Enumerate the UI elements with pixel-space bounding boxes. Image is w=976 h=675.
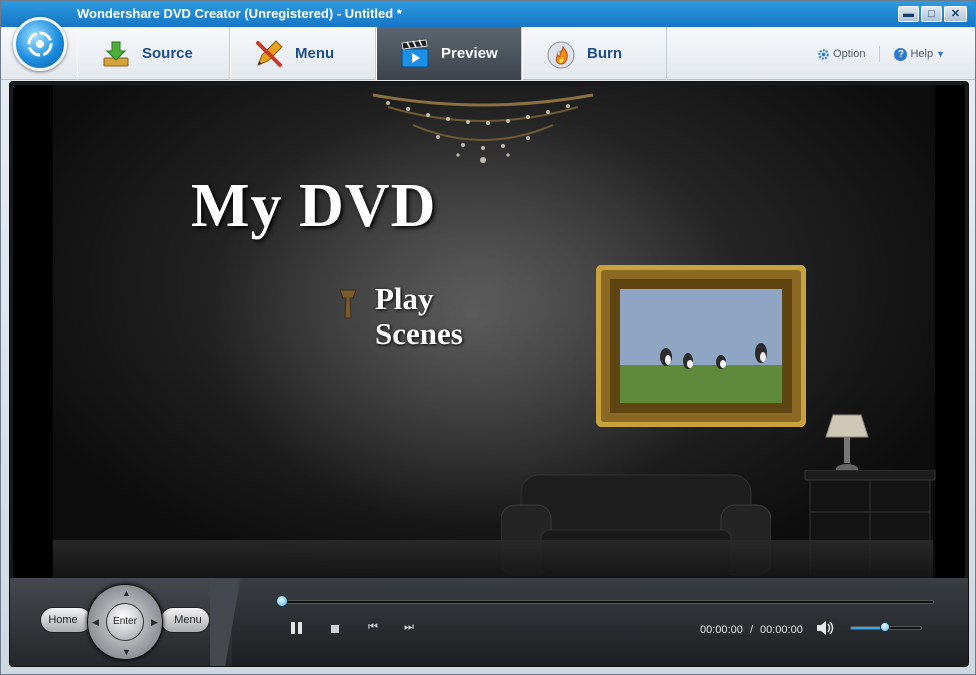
- disc-flame-icon: [547, 41, 575, 68]
- app-window: Wondershare DVD Creator (Unregistered) -…: [0, 0, 976, 675]
- framed-picture-image: [596, 265, 806, 427]
- arrow-up-icon[interactable]: ▲: [122, 588, 131, 598]
- option-link[interactable]: Option: [817, 48, 865, 61]
- dvd-menu-stage[interactable]: My DVD Play Scenes: [13, 85, 965, 578]
- menu-button[interactable]: Menu: [160, 607, 210, 633]
- clapperboard-icon: [401, 39, 429, 67]
- arrow-right-icon[interactable]: ▶: [151, 617, 158, 628]
- remote-panel-edge: [210, 578, 270, 666]
- enter-button[interactable]: Enter: [106, 603, 144, 641]
- dvd-title: My DVD: [191, 172, 437, 240]
- arrow-down-icon[interactable]: ▼: [122, 647, 131, 657]
- previous-button[interactable]: ⏮: [368, 621, 378, 634]
- pause-button[interactable]: [291, 621, 305, 635]
- help-menu[interactable]: ? Help ▼: [894, 47, 945, 61]
- seek-bar[interactable]: [282, 600, 934, 604]
- volume-icon[interactable]: [816, 620, 834, 636]
- chevron-down-icon: ▼: [936, 49, 945, 59]
- arrow-left-icon[interactable]: ◀: [92, 617, 99, 628]
- player-controls: Home Menu ▲ ▼ ◀ ▶ Enter ⏮ ⏭ 00:00:00 / 0…: [10, 578, 968, 666]
- gear-icon: [818, 48, 829, 60]
- download-icon: [103, 41, 129, 66]
- seek-handle[interactable]: [276, 595, 288, 607]
- help-icon: ?: [894, 47, 908, 61]
- menu-item-scenes[interactable]: Scenes: [375, 316, 463, 352]
- floor-area: [53, 540, 933, 578]
- maximize-button[interactable]: □: [921, 6, 942, 22]
- volume-handle[interactable]: [880, 622, 890, 632]
- tab-preview-label: Preview: [441, 45, 498, 62]
- lamp-image: [825, 414, 869, 474]
- total-time: 00:00:00: [760, 624, 803, 636]
- home-button[interactable]: Home: [40, 607, 92, 633]
- stage-border-left: [13, 85, 53, 578]
- toolbar-right-links: Option ? Help ▼: [817, 46, 945, 62]
- tab-source[interactable]: Source: [77, 27, 230, 80]
- menu-item-play[interactable]: Play: [375, 281, 434, 317]
- stop-button[interactable]: [331, 625, 339, 633]
- minimize-button[interactable]: ▬: [898, 6, 919, 22]
- preview-panel: My DVD Play Scenes Home Menu ▲ ▼ ◀ ▶ Ent…: [9, 81, 969, 667]
- tab-menu[interactable]: Menu: [230, 27, 376, 80]
- window-title: Wondershare DVD Creator (Unregistered) -…: [77, 6, 402, 21]
- option-label: Option: [833, 48, 866, 60]
- edit-tools-icon: [256, 39, 283, 67]
- toolbar-divider: [879, 46, 881, 62]
- menu-pointer-icon: [339, 289, 357, 319]
- tab-burn-label: Burn: [587, 45, 622, 62]
- title-bar[interactable]: Wondershare DVD Creator (Unregistered) -…: [1, 1, 975, 27]
- pause-icon-bar: [298, 622, 302, 634]
- window-controls: ▬ □ ✕: [898, 6, 967, 22]
- pause-icon-bar: [291, 622, 295, 634]
- chandelier-image: [372, 93, 594, 163]
- help-label: Help: [910, 48, 934, 60]
- app-logo: [13, 17, 67, 71]
- tab-menu-label: Menu: [295, 45, 335, 62]
- close-button[interactable]: ✕: [944, 6, 967, 22]
- main-toolbar: Source Menu Preview Burn Option ? Help ▼: [1, 27, 975, 80]
- time-separator: /: [750, 624, 754, 636]
- navigation-dpad[interactable]: ▲ ▼ ◀ ▶ Enter: [87, 584, 163, 660]
- next-button[interactable]: ⏭: [404, 621, 414, 634]
- tab-source-label: Source: [142, 45, 193, 62]
- tab-burn[interactable]: Burn: [522, 27, 667, 80]
- tab-preview[interactable]: Preview: [376, 27, 522, 80]
- disc-logo-icon: [27, 31, 53, 57]
- current-time: 00:00:00: [700, 624, 743, 636]
